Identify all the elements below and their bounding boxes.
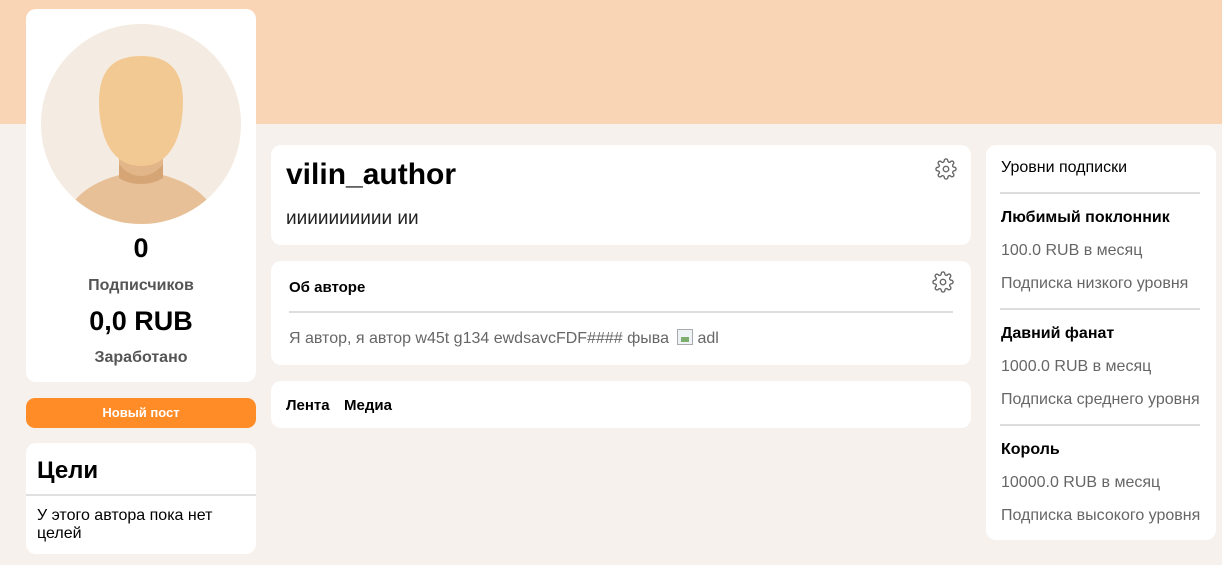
user-silhouette-icon [41, 24, 241, 224]
tier-price-medium: 1000.0 RUB в месяц [1001, 358, 1152, 375]
about-text: Я автор, я автор w45t g134 ewdsavcFDF###… [289, 329, 719, 348]
author-name: vilin_author [286, 158, 457, 191]
content-tabs: Лента Медиа [271, 381, 971, 428]
broken-image-icon [677, 329, 694, 345]
tab-feed[interactable]: Лента [286, 397, 330, 414]
tier-price-low: 100.0 RUB в месяц [1001, 242, 1143, 259]
profile-card: 0 Подписчиков 0,0 RUB Заработано [26, 9, 256, 382]
tier-description-medium: Подписка среднего уровня [1001, 391, 1200, 408]
tier-name-high[interactable]: Король [1001, 441, 1060, 459]
tiers-title: Уровни подписки [1001, 159, 1128, 176]
new-post-button[interactable]: Новый пост [26, 398, 256, 428]
tier-name-low[interactable]: Любимый поклонник [1001, 209, 1170, 227]
about-settings-gear-icon[interactable] [932, 271, 954, 293]
tier-divider [1000, 192, 1200, 194]
tier-price-high: 10000.0 RUB в месяц [1001, 474, 1161, 491]
subscription-tiers-card: Уровни подписки Любимый поклонник 100.0 … [986, 145, 1216, 540]
about-text-body: Я автор, я автор w45t g134 ewdsavcFDF###… [289, 330, 669, 347]
tier-description-low: Подписка низкого уровня [1001, 275, 1189, 292]
earned-label: Заработано [94, 349, 188, 366]
tier-description-high: Подписка высокого уровня [1001, 507, 1201, 524]
tier-divider [1000, 308, 1200, 310]
earned-amount: 0,0 RUB [89, 306, 193, 336]
author-header-card: vilin_author ииииииииии ии [271, 145, 971, 245]
about-title: Об авторе [289, 279, 366, 296]
about-card: Об авторе Я автор, я автор w45t g134 ewd… [271, 261, 971, 365]
tab-media[interactable]: Медиа [344, 397, 392, 414]
tier-name-medium[interactable]: Давний фанат [1001, 325, 1114, 343]
subscribers-count: 0 [133, 233, 149, 263]
goals-title: Цели [37, 457, 99, 484]
subscribers-label: Подписчиков [88, 277, 194, 294]
avatar [41, 24, 241, 224]
about-image-alt: adl [697, 330, 719, 347]
goals-card: Цели У этого автора пока нет целей [26, 443, 256, 554]
tier-divider [1000, 424, 1200, 426]
author-tagline: ииииииииии ии [286, 208, 419, 229]
goals-empty-text: У этого автора пока нет целей [37, 507, 213, 542]
settings-gear-icon[interactable] [935, 158, 957, 180]
goals-divider [26, 494, 256, 496]
about-divider [289, 311, 953, 313]
